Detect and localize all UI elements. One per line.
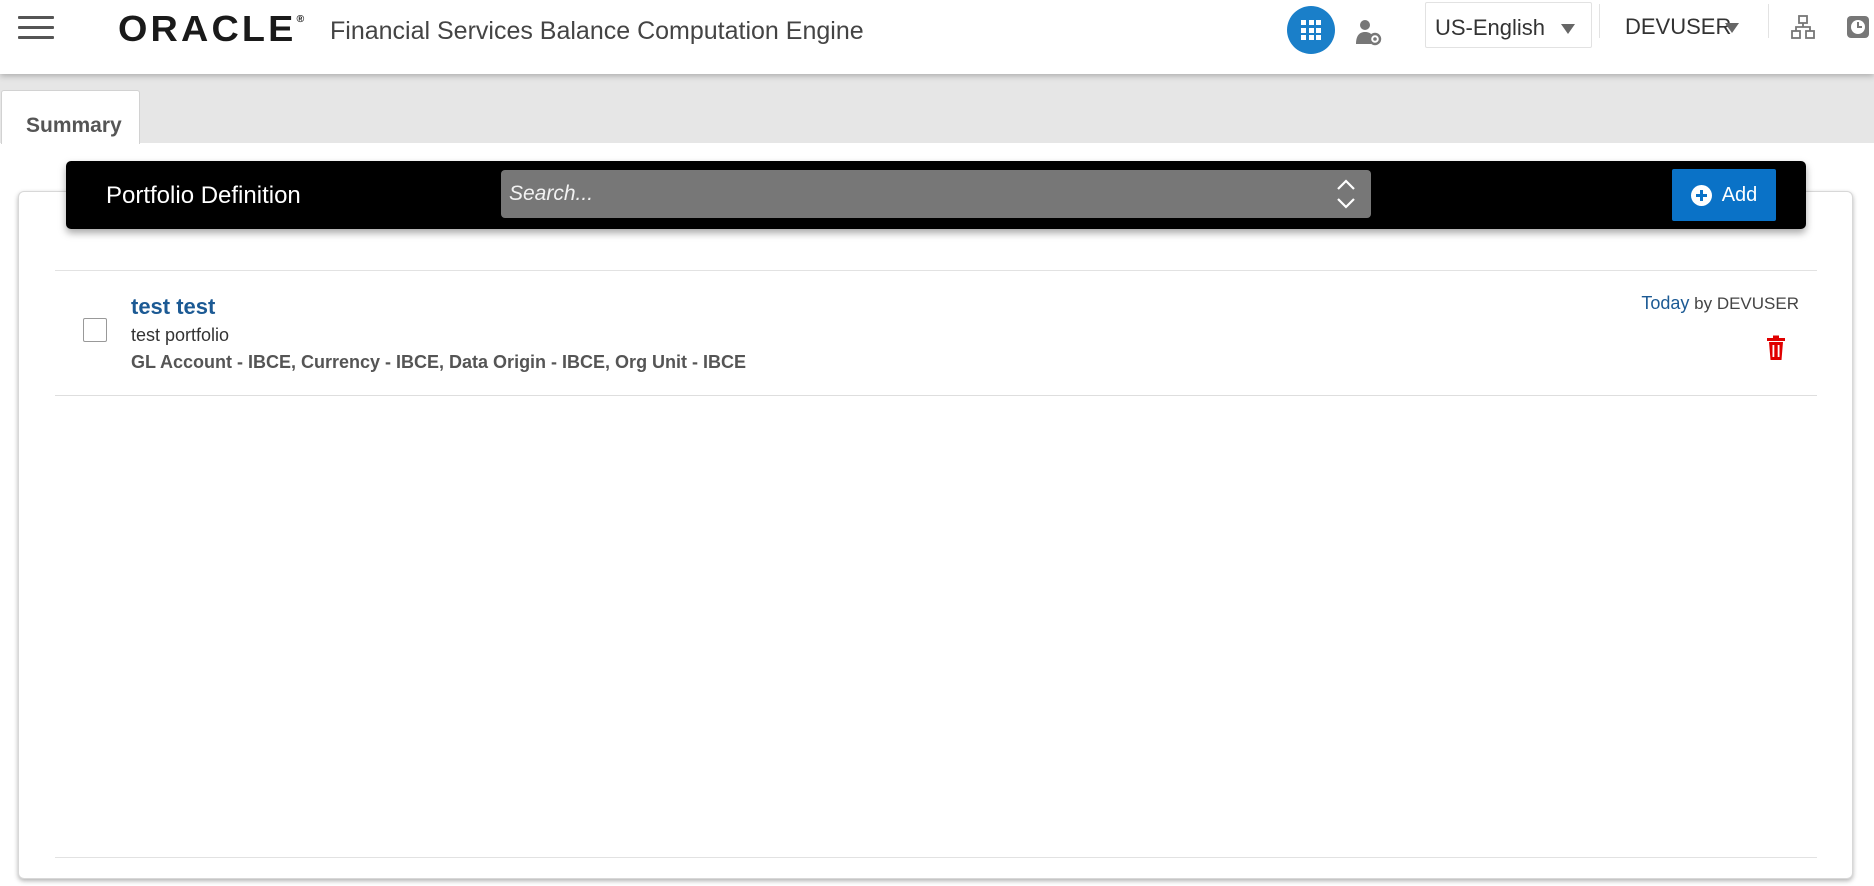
language-select-value: US-English: [1435, 15, 1546, 40]
trash-icon[interactable]: [1765, 335, 1787, 361]
user-menu[interactable]: DEVUSER: [1625, 14, 1745, 40]
row-checkbox[interactable]: [83, 318, 107, 342]
list-divider: [55, 857, 1817, 858]
portfolio-name-link[interactable]: test test: [131, 294, 215, 320]
apps-grid-icon: [1301, 20, 1321, 40]
user-settings-icon[interactable]: [1354, 18, 1382, 46]
modified-date: Today: [1641, 293, 1690, 313]
logo-registered-mark: ®: [296, 14, 305, 25]
modified-info: Today by DEVUSER: [1641, 293, 1799, 314]
logo-text: ORACLE: [118, 8, 297, 49]
app-header: ORACLE® Financial Services Balance Compu…: [0, 0, 1874, 74]
header-divider: [1599, 4, 1600, 38]
apps-grid-button[interactable]: [1287, 6, 1335, 54]
portfolio-toolbar: Portfolio Definition Add: [66, 161, 1806, 229]
plus-circle-icon: [1690, 184, 1712, 206]
portfolio-dimensions: GL Account - IBCE, Currency - IBCE, Data…: [131, 352, 747, 372]
user-name: DEVUSER: [1625, 14, 1732, 39]
hamburger-menu-icon[interactable]: [18, 14, 54, 42]
modified-by-user: DEVUSER: [1716, 294, 1799, 313]
hierarchy-icon[interactable]: [1790, 14, 1816, 40]
chevron-down-icon: [1725, 23, 1739, 33]
add-button[interactable]: Add: [1672, 169, 1776, 221]
add-button-label: Add: [1721, 183, 1758, 206]
language-select[interactable]: US-English: [1425, 2, 1592, 48]
tab-strip: [0, 74, 1874, 143]
page-title: Portfolio Definition: [106, 182, 301, 209]
clock-icon[interactable]: [1845, 14, 1871, 40]
app-title: Financial Services Balance Computation E…: [330, 17, 864, 45]
list-item: test test test portfolio GL Account - IB…: [55, 271, 1817, 396]
portfolio-description: test portfolio: [131, 325, 230, 345]
header-divider: [1768, 4, 1769, 38]
chevron-down-icon: [1561, 24, 1575, 34]
oracle-logo: ORACLE®: [118, 8, 304, 50]
modified-by-label: by: [1694, 294, 1713, 313]
sort-toggle-icon[interactable]: [1335, 177, 1357, 211]
tab-summary[interactable]: Summary: [1, 90, 140, 144]
search-input[interactable]: [501, 170, 1371, 218]
